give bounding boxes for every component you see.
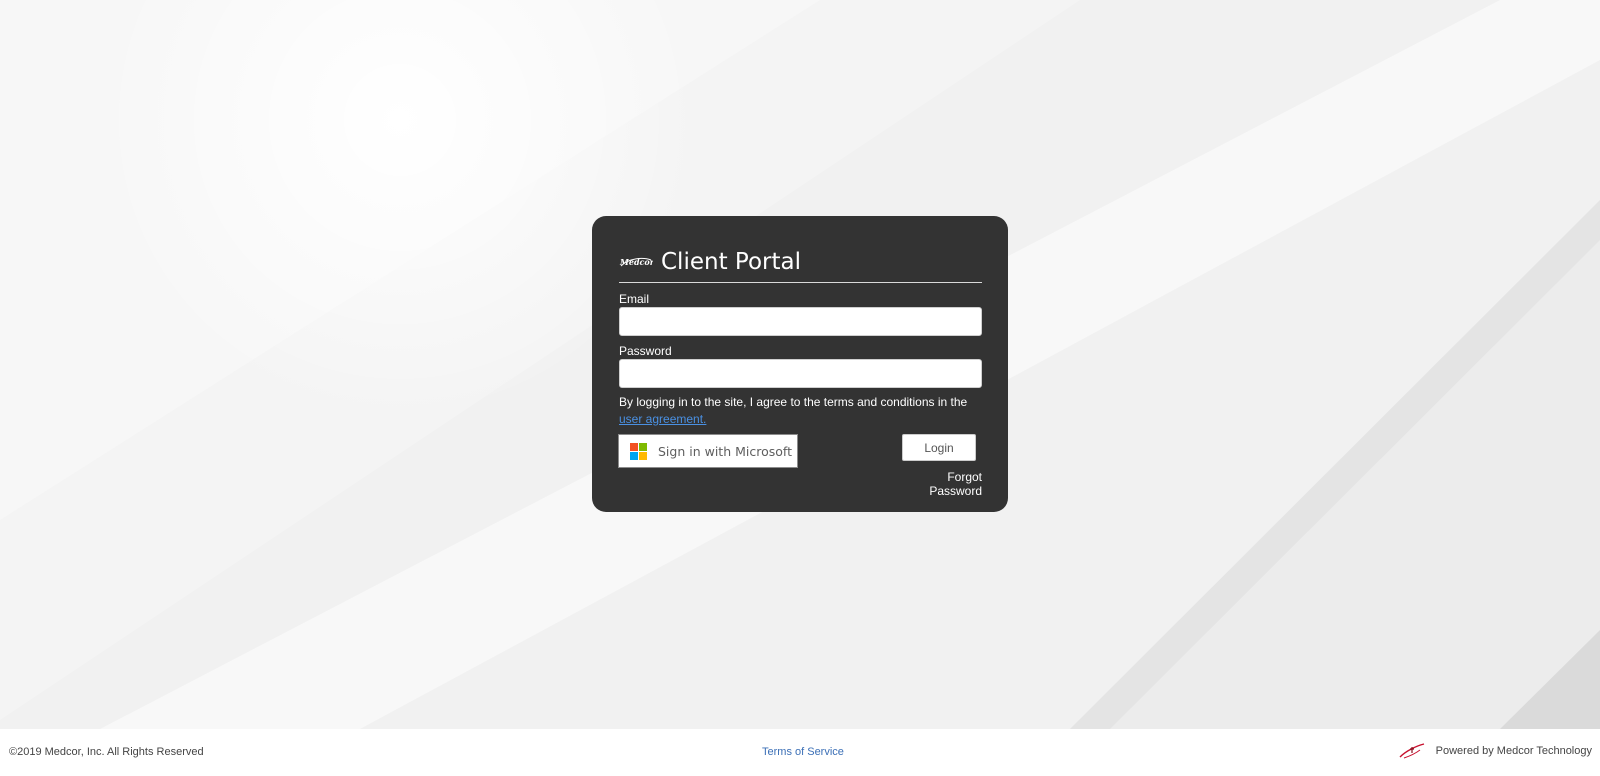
powered-by-text: Powered by Medcor Technology (1435, 745, 1592, 757)
email-field[interactable] (619, 307, 982, 336)
password-field[interactable] (619, 359, 982, 388)
medcor-logo: Medcor (619, 257, 653, 267)
agreement-notice: By logging in to the site, I agree to th… (619, 394, 982, 428)
login-button[interactable]: Login (902, 434, 976, 461)
sign-in-with-microsoft-button[interactable]: Sign in with Microsoft (618, 434, 798, 468)
user-agreement-link[interactable]: user agreement. (619, 412, 706, 426)
brand-header: Medcor Client Portal (619, 244, 801, 280)
password-label: Password (619, 344, 672, 358)
agreement-text: By logging in to the site, I agree to th… (619, 395, 968, 409)
svg-text:Medcor: Medcor (619, 257, 653, 267)
medcor-technology-logo-icon (1399, 743, 1424, 759)
powered-by: Powered by Medcor Technology (1398, 741, 1592, 761)
forgot-password-link[interactable]: Forgot Password (896, 470, 982, 498)
microsoft-logo-icon (630, 442, 647, 460)
login-card: Medcor Client Portal Email Password By l… (592, 216, 1008, 512)
copyright-text: ©2019 Medcor, Inc. All Rights Reserved (9, 746, 204, 758)
terms-of-service-link[interactable]: Terms of Service (762, 746, 844, 758)
title-divider (619, 282, 982, 283)
microsoft-button-label: Sign in with Microsoft (658, 443, 792, 459)
email-label: Email (619, 292, 650, 306)
page-title: Client Portal (661, 249, 801, 275)
footer: ©2019 Medcor, Inc. All Rights Reserved T… (0, 729, 1600, 776)
